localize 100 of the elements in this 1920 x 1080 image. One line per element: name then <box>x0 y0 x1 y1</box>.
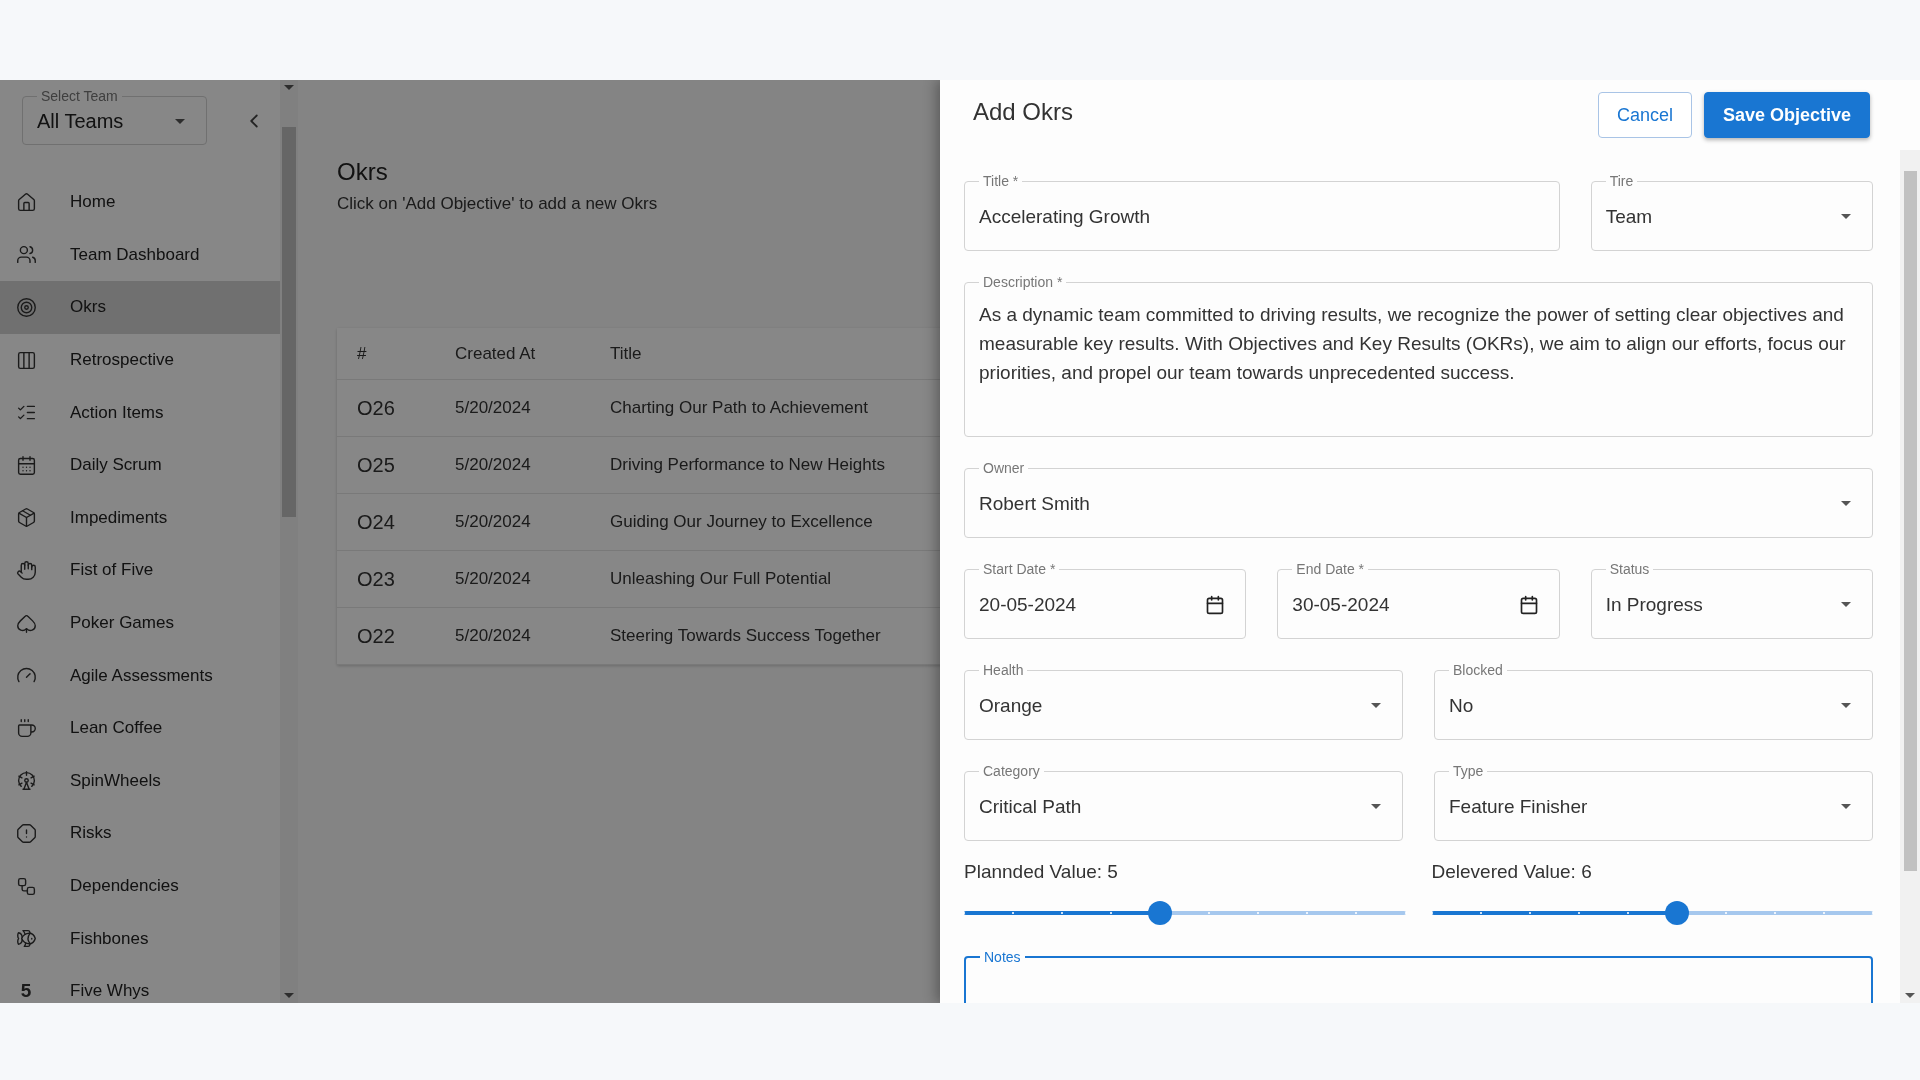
table-cell: Unleashing Our Full Potential <box>610 569 832 589</box>
field-value: Team <box>1605 205 1653 229</box>
sidebar-item[interactable]: Daily Scrum <box>0 438 280 492</box>
hand-icon <box>15 559 37 581</box>
field-label: Description * <box>982 274 1064 290</box>
sidebar-item[interactable]: Lean Coffee <box>0 701 280 755</box>
table-cell: 5/20/2024 <box>455 398 531 418</box>
scrollbar[interactable] <box>280 80 298 1003</box>
slider-label: Plannded Value: 5 <box>964 861 1118 883</box>
sidebar-item[interactable]: Agile Assessments <box>0 649 280 702</box>
select-field[interactable]: Type Feature Finisher <box>1434 763 1873 841</box>
sidebar-item[interactable]: Fist of Five <box>0 544 280 597</box>
field-value: In Progress <box>1605 593 1703 617</box>
table-cell: Driving Performance to New Heights <box>610 455 885 475</box>
save-button[interactable]: Save Objective <box>1703 92 1870 138</box>
calendar-icon[interactable] <box>1205 594 1226 615</box>
select-field[interactable]: Category Critical Path <box>964 763 1403 841</box>
sidebar-item[interactable]: SpinWheels <box>0 754 280 808</box>
slider-thumb[interactable] <box>1664 901 1689 925</box>
coffee-icon <box>15 717 37 739</box>
slider[interactable] <box>1431 901 1873 925</box>
field-value: All Teams <box>37 109 124 133</box>
table-cell: O25 <box>357 453 395 477</box>
sidebar-label: Poker Games <box>70 613 174 634</box>
home-icon <box>15 191 37 213</box>
box-icon <box>15 507 37 529</box>
field-value: 20-05-2024 <box>979 593 1077 617</box>
field-label: Notes <box>983 949 1022 965</box>
cancel-button[interactable]: Cancel <box>1597 92 1692 138</box>
sidebar-item[interactable]: Dependencies <box>0 859 280 913</box>
spade-icon <box>15 612 37 634</box>
sidebar-item[interactable]: Home <box>0 176 280 229</box>
sidebar-item[interactable]: 5 Five Whys <box>0 964 280 1003</box>
field-label: Health <box>982 662 1025 678</box>
caret-icon <box>174 117 186 125</box>
calendar-icon[interactable] <box>1518 594 1539 615</box>
sidebar-label: Retrospective <box>70 350 174 371</box>
field-label: Title * <box>982 173 1020 189</box>
caret-icon <box>1840 213 1852 220</box>
sidebar-label: Fishbones <box>70 928 149 949</box>
scrollbar[interactable] <box>1900 150 1920 1003</box>
scroll-down-icon <box>283 992 295 999</box>
slider-label: Delevered Value: 6 <box>1431 861 1592 883</box>
sidebar-item[interactable]: Risks <box>0 807 280 860</box>
slider-thumb[interactable] <box>1148 901 1172 925</box>
fish-icon <box>15 928 37 950</box>
select-field[interactable]: Tire Team <box>1590 173 1873 251</box>
field-value: Orange <box>979 694 1043 718</box>
select-field[interactable]: Health Orange <box>964 662 1403 740</box>
table-cell: Guiding Our Journey to Excellence <box>610 512 873 532</box>
sidebar-label: Fist of Five <box>70 560 154 581</box>
field-label: Start Date * <box>982 561 1057 577</box>
field-value: Critical Path <box>979 795 1082 819</box>
input-field[interactable]: Title * Accelerating Growth <box>964 173 1560 251</box>
page-title: Okrs <box>337 158 388 186</box>
sidebar-label: Team Dashboard <box>70 244 200 265</box>
caret-icon <box>1840 803 1852 810</box>
sidebar-item[interactable]: Okrs <box>0 281 280 334</box>
field-label: Blocked <box>1452 662 1504 678</box>
sidebar-label: Dependencies <box>70 876 179 896</box>
field-value: 30-05-2024 <box>1292 593 1390 617</box>
table-cell: 5/20/2024 <box>455 512 531 532</box>
select-field[interactable]: Owner Robert Smith <box>964 460 1873 538</box>
table-cell: Charting Our Path to Achievement <box>610 398 868 418</box>
sidebar-item[interactable]: Poker Games <box>0 596 280 650</box>
field-value: As a dynamic team committed to driving results, we recognize the power of setting clear objectives and measurable key results. With Objectives and Key Results (OKRs), we aim to align our efforts, focus our priorities, and propel our team towards unprecedented success. <box>979 303 1847 385</box>
sidebar-label: Lean Coffee <box>70 718 163 739</box>
text-area[interactable] <box>964 274 1873 437</box>
sidebar-label: Impediments <box>70 507 168 528</box>
sidebar-label: Daily Scrum <box>70 455 162 476</box>
caret-icon <box>1840 702 1852 709</box>
select-field[interactable]: Blocked No <box>1434 662 1873 740</box>
sidebar-label: Risks <box>70 823 112 844</box>
select-field[interactable]: Status In Progress <box>1590 561 1873 639</box>
table-cell: Steering Towards Success Together <box>610 626 881 646</box>
sidebar-label: SpinWheels <box>70 770 161 791</box>
ferris-wheel-icon <box>15 770 37 792</box>
sidebar-item[interactable]: Impediments <box>0 491 280 545</box>
sidebar-label: Action Items <box>70 402 164 423</box>
caret-icon <box>1840 601 1852 608</box>
field-value: Robert Smith <box>979 492 1090 516</box>
sidebar-item[interactable]: Fishbones <box>0 912 280 965</box>
field-label: Owner <box>982 460 1026 476</box>
table-cell: 5/20/2024 <box>455 569 531 589</box>
slider[interactable] <box>964 901 1406 925</box>
sidebar-label: Five Whys <box>70 981 150 1002</box>
team-select[interactable]: Select Team All Teams <box>22 88 207 145</box>
column-header: Created At <box>455 343 536 364</box>
drawer-title: Add Okrs <box>973 98 1074 126</box>
table-cell: O23 <box>357 567 395 591</box>
table-cell: O26 <box>357 396 395 420</box>
date-field[interactable]: End Date * 30-05-2024 <box>1277 561 1560 639</box>
date-field[interactable]: Start Date * 20-05-2024 <box>964 561 1247 639</box>
field-label: Type <box>1452 763 1485 779</box>
sidebar-item[interactable]: Action Items <box>0 386 280 439</box>
sidebar-label: Home <box>70 192 116 213</box>
field-value: Accelerating Growth <box>979 205 1151 229</box>
caret-icon <box>1370 803 1382 810</box>
field-label: Category <box>982 763 1041 779</box>
scroll-down-icon <box>1904 992 1916 999</box>
